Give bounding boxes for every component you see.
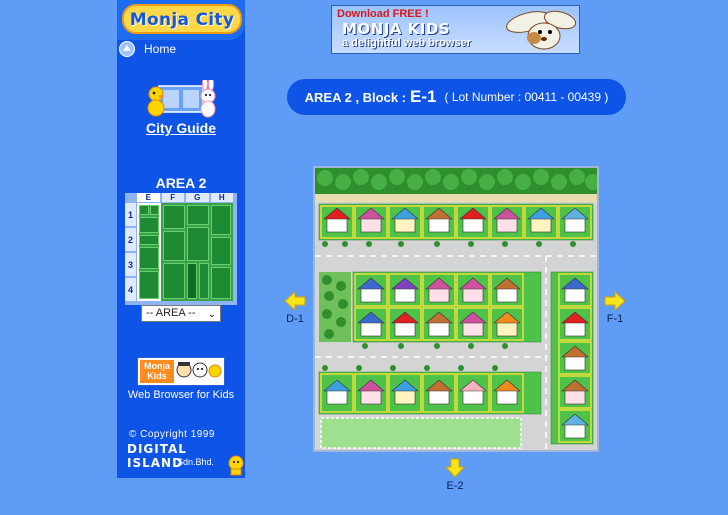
logo-badge: Monja City <box>122 4 242 34</box>
banner-download-text: Download FREE ! <box>337 8 429 20</box>
minimap-block <box>163 231 185 261</box>
minimap-block <box>187 205 209 225</box>
minimap-selected-column <box>137 203 161 301</box>
home-arrow-icon <box>119 41 135 57</box>
home-label: Home <box>144 42 177 56</box>
block-id: E-1 <box>410 87 437 106</box>
minimap-row-2[interactable]: 2 <box>125 228 136 251</box>
minimap-row-headers: 1 2 3 4 <box>125 203 136 301</box>
sidebar: Monja City Home City Guide AREA 2 E F G … <box>117 0 245 478</box>
area-minimap: E F G H 1 2 3 4 <box>125 193 237 305</box>
minimap-block <box>211 267 231 299</box>
block-map[interactable] <box>313 166 599 452</box>
banner-title: MONJA KIDS <box>342 20 451 38</box>
mascot-icon <box>228 455 244 476</box>
block-info-prefix: AREA 2 , Block : <box>304 89 407 105</box>
minimap-block <box>199 263 209 299</box>
minimap-block <box>187 263 197 299</box>
arrow-down-icon <box>444 458 466 478</box>
minimap-block <box>187 227 209 261</box>
minimap-block <box>211 237 231 265</box>
home-link[interactable]: Home <box>119 40 176 58</box>
minimap-block <box>163 263 185 299</box>
banner-tagline: a delightful web browser <box>342 37 471 49</box>
browser-caption: Web Browser for Kids <box>127 389 235 401</box>
arrow-left-icon <box>284 291 306 311</box>
minimap-row-3[interactable]: 3 <box>125 253 136 276</box>
logo-text: Monja City <box>129 10 235 30</box>
lot-number-range: ( Lot Number : 00411 - 00439 ) <box>444 90 609 104</box>
minimap-col-h[interactable]: H <box>210 193 233 202</box>
block-map-canvas <box>315 168 597 450</box>
area-select[interactable]: -- AREA -- ⌄ <box>141 305 221 322</box>
city-guide-illustration[interactable] <box>145 80 217 118</box>
nav-east-label: F-1 <box>606 313 624 325</box>
minimap-grid[interactable] <box>137 203 233 301</box>
monja-kids-logo[interactable]: Monja Kids <box>137 357 225 386</box>
bunny-mascot-icon <box>506 10 577 50</box>
minimap-column-headers: E F G H <box>137 193 233 202</box>
arrow-right-icon <box>604 291 626 311</box>
area-title: AREA 2 <box>155 175 207 191</box>
chevron-down-icon: ⌄ <box>207 309 216 320</box>
minimap-col-g[interactable]: G <box>186 193 209 202</box>
minimap-col-e[interactable]: E <box>137 193 160 202</box>
minimap-col-f[interactable]: F <box>161 193 184 202</box>
minimap-row-4[interactable]: 4 <box>125 278 136 301</box>
nav-west[interactable]: D-1 <box>284 291 306 325</box>
nav-south-label: E-2 <box>446 480 464 492</box>
monja-kids-logo-text: Monja Kids <box>140 360 174 383</box>
minimap-block <box>211 205 231 235</box>
kids-characters-icon <box>176 362 222 378</box>
nav-west-label: D-1 <box>286 313 304 325</box>
minimap-block <box>163 205 185 229</box>
monja-city-logo[interactable]: Monja City <box>117 0 245 40</box>
block-info: AREA 2 , Block : E-1 ( Lot Number : 0041… <box>287 79 626 115</box>
nav-south[interactable]: E-2 <box>444 458 466 492</box>
city-guide-link[interactable]: City Guide <box>117 120 245 136</box>
copyright-text: © Copyright 1999 <box>129 429 215 440</box>
area-select-value: -- AREA -- <box>146 307 196 319</box>
nav-east[interactable]: F-1 <box>604 291 626 325</box>
company-suffix: Sdn.Bhd. <box>177 457 215 467</box>
minimap-row-1[interactable]: 1 <box>125 203 136 226</box>
monja-kids-banner[interactable]: Download FREE ! MONJA KIDS a delightful … <box>331 5 580 54</box>
